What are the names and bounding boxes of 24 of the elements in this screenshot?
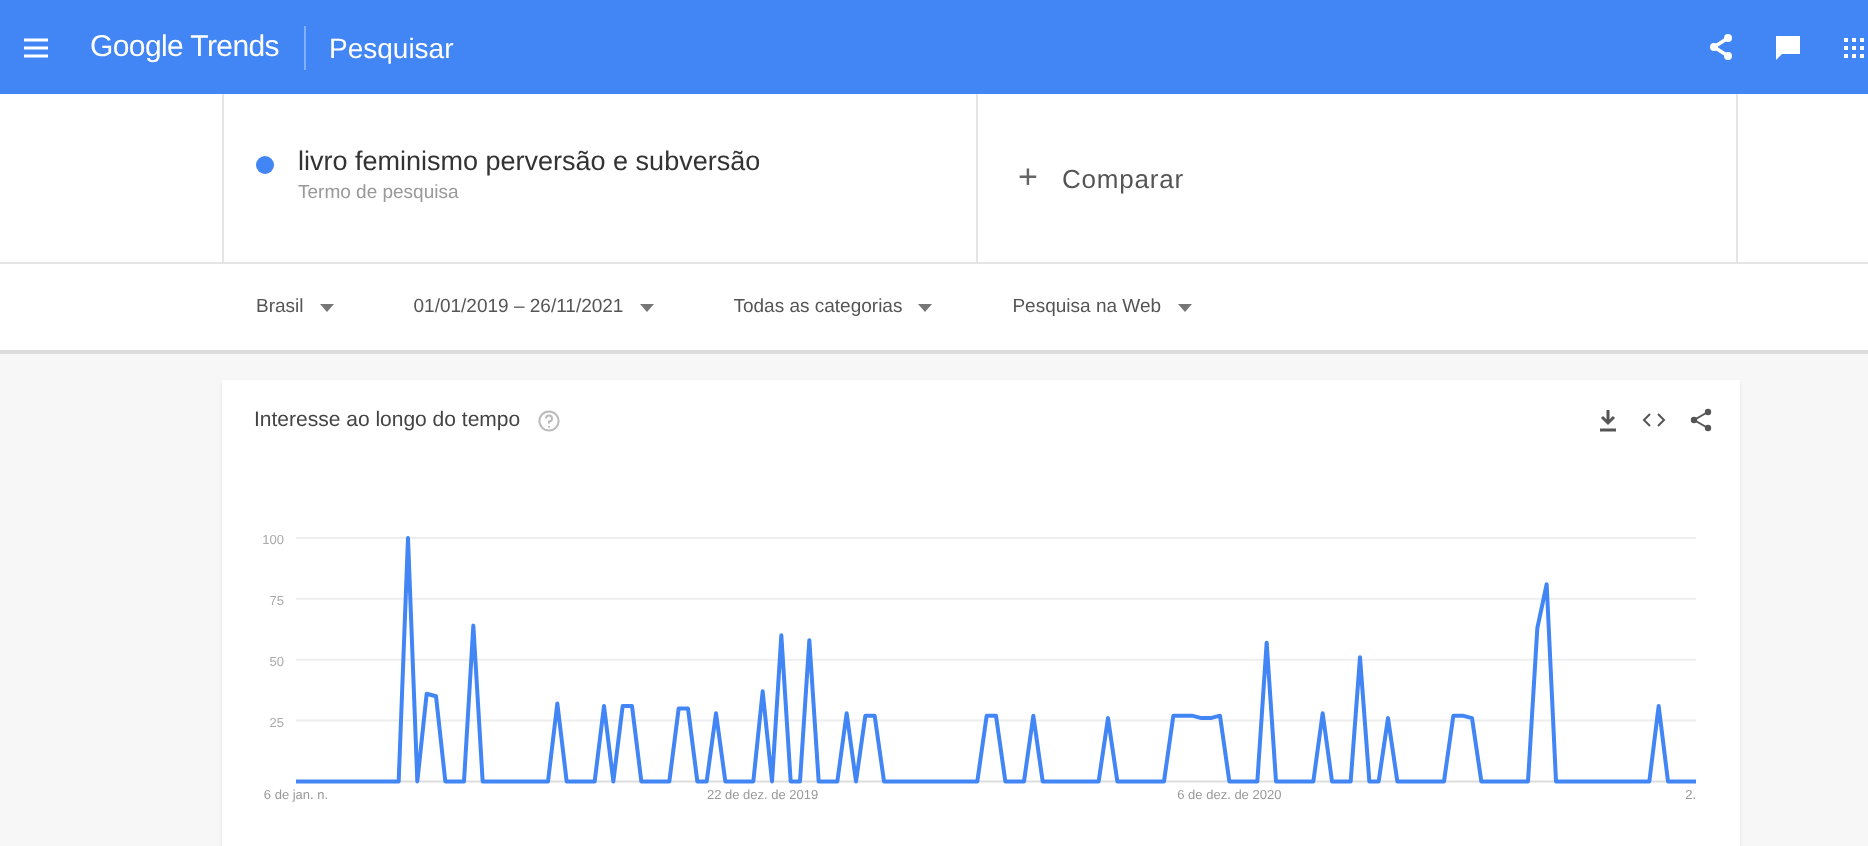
plus-icon: +: [1018, 158, 1038, 198]
compare-label: Comparar: [1061, 163, 1184, 193]
section-title: Pesquisar: [329, 31, 454, 63]
filter-dropdown[interactable]: Brasil: [256, 296, 334, 318]
card-title: Interesse ao longo do tempo: [254, 408, 521, 432]
share-icon[interactable]: [1690, 408, 1712, 432]
feedback-icon[interactable]: [1776, 35, 1800, 59]
search-term: livro feminismo perversão e subversão: [298, 146, 761, 176]
caret-icon: [639, 303, 654, 311]
term-type: Termo de pesquisa: [298, 182, 461, 204]
search-term-card[interactable]: livro feminismo perversão e subversão Termo de pesquisa: [222, 94, 978, 262]
download-icon[interactable]: [1598, 409, 1618, 431]
embed-icon[interactable]: [1642, 412, 1666, 428]
filter-dropdown[interactable]: 01/01/2019 – 26/11/2021: [413, 296, 654, 318]
apps-icon[interactable]: [1844, 37, 1864, 57]
caret-icon: [1177, 303, 1192, 311]
filter-dropdown[interactable]: Pesquisa na Web: [1012, 296, 1192, 318]
caret-icon: [918, 303, 933, 311]
app-name[interactable]: Google Trends: [90, 25, 305, 69]
menu-icon[interactable]: [24, 37, 48, 57]
help-icon[interactable]: [538, 409, 561, 431]
compare-button[interactable]: + Comparar: [978, 94, 1738, 262]
caret-icon: [319, 303, 334, 311]
filter-dropdown[interactable]: Todas as categorias: [733, 296, 933, 318]
